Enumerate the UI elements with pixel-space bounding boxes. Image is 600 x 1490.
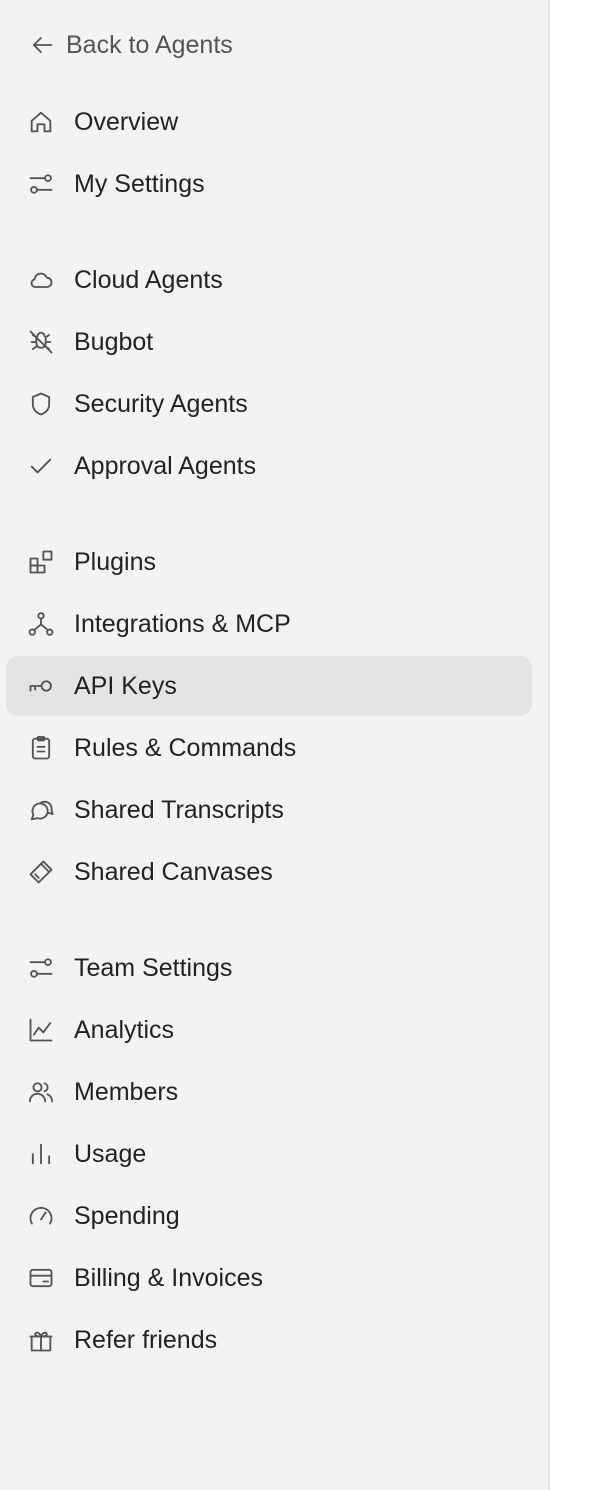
sidebar-item-label: Members [74, 1077, 179, 1106]
sidebar-item-label: Security Agents [74, 389, 248, 418]
sidebar-item-label: Analytics [74, 1015, 175, 1044]
sidebar-item-label: Integrations & MCP [74, 609, 291, 638]
cloud-icon [26, 265, 56, 295]
bug-off-icon [26, 327, 56, 357]
sidebar-item-label: Team Settings [74, 953, 233, 982]
sidebar-item-label: Rules & Commands [74, 733, 297, 762]
arrow-left-icon [28, 31, 56, 59]
sidebar-item-api-keys[interactable]: API Keys [6, 656, 532, 716]
sliders-icon [26, 953, 56, 983]
clipboard-icon [26, 733, 56, 763]
sidebar-item-label: Refer friends [74, 1325, 218, 1354]
sidebar-item-team-settings[interactable]: Team Settings [6, 938, 532, 998]
check-icon [26, 451, 56, 481]
sidebar-item-label: Cloud Agents [74, 265, 223, 294]
sidebar-item-security-agents[interactable]: Security Agents [6, 374, 532, 434]
sidebar-item-usage[interactable]: Usage [6, 1124, 532, 1184]
sidebar-item-bugbot[interactable]: Bugbot [6, 312, 532, 372]
gift-icon [26, 1325, 56, 1355]
sidebar-item-plugins[interactable]: Plugins [6, 532, 532, 592]
sidebar-item-members[interactable]: Members [6, 1062, 532, 1122]
home-icon [26, 107, 56, 137]
blocks-icon [26, 547, 56, 577]
sidebar-item-label: Usage [74, 1139, 147, 1168]
sidebar-item-integrations-mcp[interactable]: Integrations & MCP [6, 594, 532, 654]
sidebar-item-spending[interactable]: Spending [6, 1186, 532, 1246]
sidebar-item-label: Spending [74, 1201, 180, 1230]
sidebar-item-rules-commands[interactable]: Rules & Commands [6, 718, 532, 778]
sidebar: Back to Agents Overview My Settings Clou… [0, 0, 550, 1490]
credit-card-icon [26, 1263, 56, 1293]
shield-icon [26, 389, 56, 419]
chart-line-icon [26, 1015, 56, 1045]
sidebar-item-analytics[interactable]: Analytics [6, 1000, 532, 1060]
sidebar-item-shared-canvases[interactable]: Shared Canvases [6, 842, 532, 902]
sidebar-item-overview[interactable]: Overview [6, 92, 532, 152]
sidebar-item-label: Shared Transcripts [74, 795, 284, 824]
sidebar-item-label: Billing & Invoices [74, 1263, 263, 1292]
sidebar-item-label: Approval Agents [74, 451, 257, 480]
sidebar-item-billing-invoices[interactable]: Billing & Invoices [6, 1248, 532, 1308]
sidebar-item-label: Overview [74, 107, 179, 136]
sidebar-item-approval-agents[interactable]: Approval Agents [6, 436, 532, 496]
sidebar-item-refer-friends[interactable]: Refer friends [6, 1310, 532, 1370]
main-content [550, 0, 600, 1490]
users-icon [26, 1077, 56, 1107]
brush-icon [26, 857, 56, 887]
sidebar-item-label: Bugbot [74, 327, 154, 356]
sidebar-item-label: Shared Canvases [74, 857, 273, 886]
bar-chart-icon [26, 1139, 56, 1169]
sidebar-item-label: My Settings [74, 169, 205, 198]
back-label: Back to Agents [66, 30, 233, 59]
sliders-icon [26, 169, 56, 199]
gauge-icon [26, 1201, 56, 1231]
chat-bubbles-icon [26, 795, 56, 825]
sidebar-item-shared-transcripts[interactable]: Shared Transcripts [6, 780, 532, 840]
sidebar-item-cloud-agents[interactable]: Cloud Agents [6, 250, 532, 310]
sidebar-item-label: Plugins [74, 547, 156, 576]
back-to-agents-link[interactable]: Back to Agents [28, 24, 233, 66]
sidebar-item-label: API Keys [74, 671, 177, 700]
network-icon [26, 609, 56, 639]
key-icon [26, 671, 56, 701]
sidebar-item-my-settings[interactable]: My Settings [6, 154, 532, 214]
